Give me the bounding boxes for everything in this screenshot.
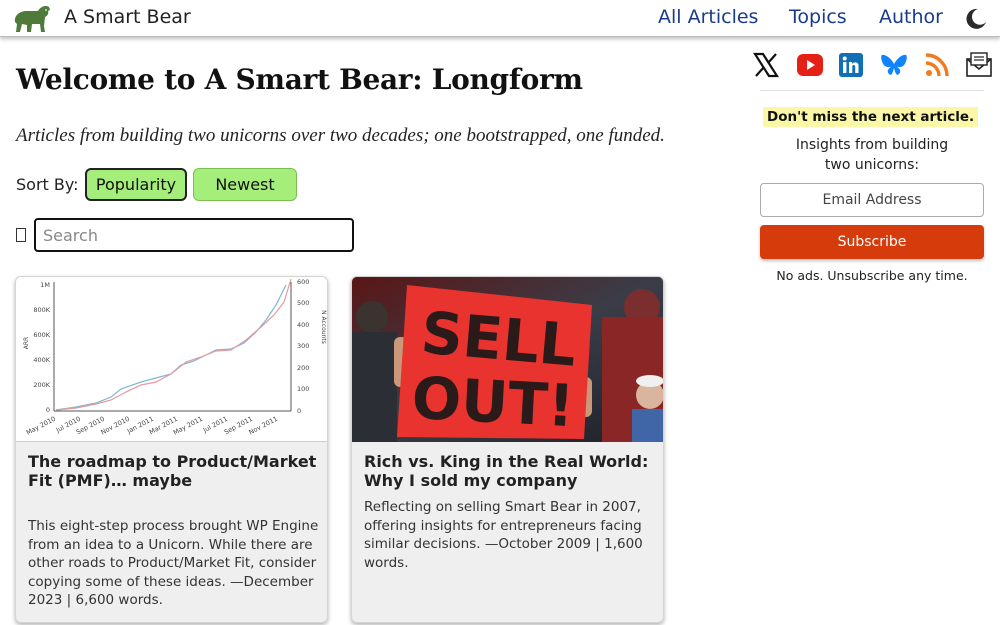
y-right-tick: 300 bbox=[297, 342, 309, 350]
y-left-tick: 400K bbox=[33, 356, 50, 364]
newsletter-pitch: Insights from building two unicorns: bbox=[760, 135, 984, 175]
article-title[interactable]: The roadmap to Product/Market Fit (PMF)…… bbox=[28, 452, 318, 490]
article-card-rich-vs-king[interactable]: SELL OUT! Rich vs. King in the Real Worl… bbox=[351, 276, 664, 623]
article-description: This eight-step process brought WP Engin… bbox=[28, 518, 319, 608]
y-right-axis-label: N Accounts bbox=[320, 310, 327, 344]
x-icon[interactable] bbox=[752, 51, 780, 79]
search-input[interactable] bbox=[34, 218, 354, 252]
y-right-tick: 200 bbox=[297, 364, 309, 372]
y-right-tick: 400 bbox=[297, 321, 309, 329]
newsletter-pitch-text: Insights from building two unicorns: bbox=[795, 137, 949, 173]
y-left-tick: 600K bbox=[33, 331, 50, 339]
article-thumbnail-photo[interactable]: SELL OUT! bbox=[352, 277, 663, 442]
top-navigation-bar: A Smart Bear All Articles Topics Author bbox=[0, 0, 1000, 37]
sign-text-line-2: OUT! bbox=[410, 364, 576, 440]
moon-icon[interactable] bbox=[964, 7, 988, 31]
y-left-tick: 200K bbox=[33, 381, 50, 389]
bear-logo-icon[interactable] bbox=[12, 2, 52, 34]
y-right-tick: 600 bbox=[297, 278, 309, 286]
email-icon[interactable] bbox=[965, 51, 993, 79]
bluesky-icon[interactable] bbox=[880, 51, 908, 79]
article-description: Reflecting on selling Smart Bear in 2007… bbox=[364, 499, 643, 571]
article-thumbnail-chart[interactable]: 1M 800K 600K 400K 200K 0 600 500 400 300… bbox=[16, 277, 327, 442]
linkedin-icon[interactable] bbox=[837, 51, 865, 79]
article-card-pmf[interactable]: 1M 800K 600K 400K 200K 0 600 500 400 300… bbox=[15, 276, 328, 623]
y-left-tick: 0 bbox=[46, 406, 50, 414]
y-left-axis-label: ARR bbox=[23, 337, 30, 349]
article-title[interactable]: Rich vs. King in the Real World: Why I s… bbox=[364, 452, 654, 490]
email-field[interactable] bbox=[760, 183, 984, 217]
subscribe-button[interactable]: Subscribe bbox=[760, 225, 984, 259]
y-right-tick: 100 bbox=[297, 385, 309, 393]
search-icon bbox=[16, 228, 26, 242]
sidebar-divider bbox=[760, 90, 984, 91]
y-left-tick: 800K bbox=[33, 306, 50, 314]
y-left-tick: 1M bbox=[40, 281, 50, 289]
page-tagline: Articles from building two unicorns over… bbox=[16, 125, 665, 146]
sort-popularity-button[interactable]: Popularity bbox=[85, 168, 187, 201]
x-tick: Nov 2010 bbox=[100, 415, 131, 437]
youtube-icon[interactable] bbox=[796, 51, 824, 79]
arr-series-line bbox=[55, 284, 287, 411]
rss-icon[interactable] bbox=[923, 51, 951, 79]
x-tick: Nov 2011 bbox=[248, 415, 279, 437]
page-title: Welcome to A Smart Bear: Longform bbox=[16, 63, 583, 96]
newsletter-footnote: No ads. Unsubscribe any time. bbox=[776, 268, 968, 283]
nav-all-articles[interactable]: All Articles bbox=[658, 6, 758, 28]
sort-newest-button[interactable]: Newest bbox=[193, 168, 297, 201]
y-right-tick: 500 bbox=[297, 299, 309, 307]
newsletter-promo: Don't miss the next article. bbox=[763, 107, 979, 127]
accounts-series-line bbox=[55, 278, 292, 411]
nav-author[interactable]: Author bbox=[879, 6, 943, 28]
nav-topics[interactable]: Topics bbox=[789, 6, 847, 28]
y-right-tick: 0 bbox=[297, 407, 301, 415]
x-tick: May 2010 bbox=[25, 415, 57, 437]
sort-label: Sort By: bbox=[16, 175, 79, 194]
site-title[interactable]: A Smart Bear bbox=[64, 6, 191, 28]
